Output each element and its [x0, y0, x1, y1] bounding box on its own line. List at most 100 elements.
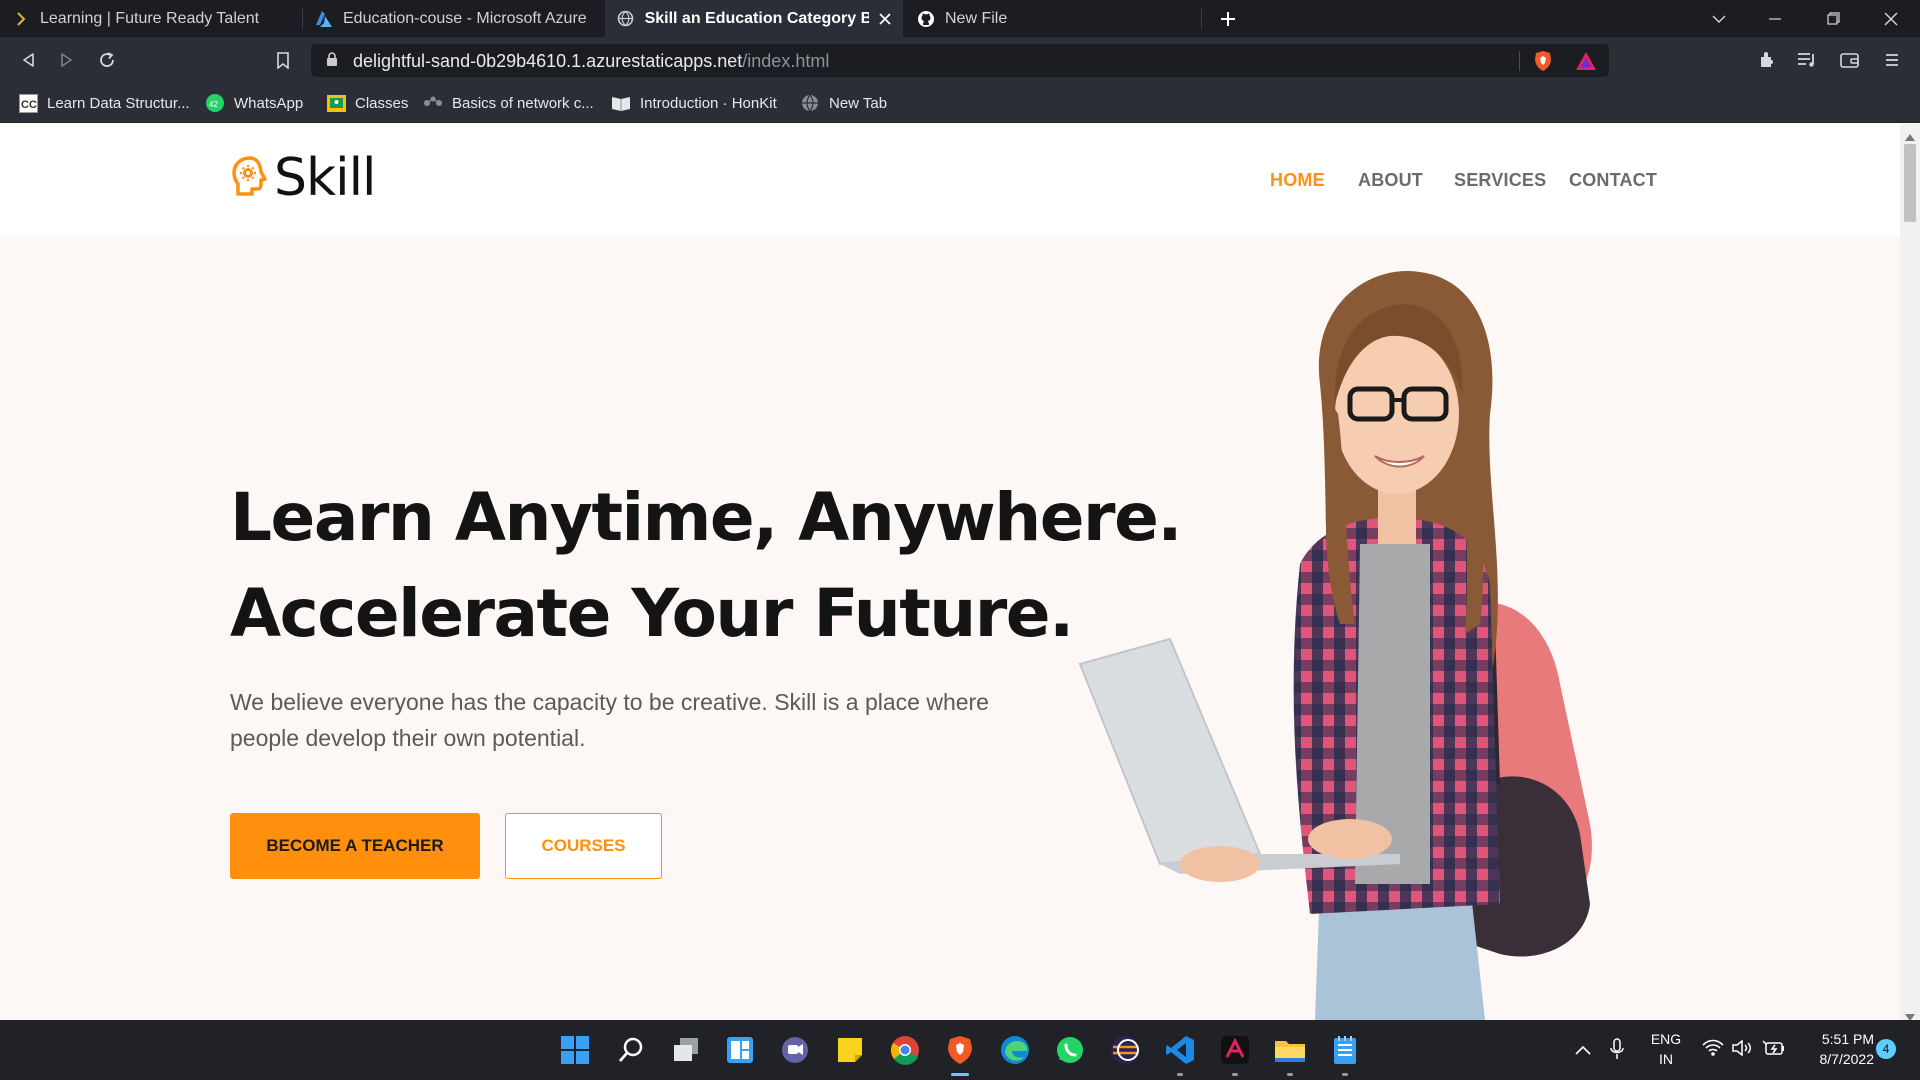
brand-name: Skill [274, 148, 376, 208]
clock-time[interactable]: 5:51 PM [1794, 1031, 1874, 1047]
app-open-indicator [1232, 1073, 1238, 1076]
notification-badge[interactable]: 4 [1876, 1039, 1896, 1059]
notepad-open-indicator [1342, 1073, 1348, 1076]
hero-heading: Learn Anytime, Anywhere. Accelerate Your… [230, 470, 1182, 662]
search-icon[interactable] [613, 1032, 649, 1068]
bookmark-basics-of-network[interactable]: Basics of network c... [423, 92, 594, 114]
task-view-icon[interactable] [668, 1032, 704, 1068]
vscode-open-indicator [1177, 1073, 1183, 1076]
url-host: delightful-sand-0b29b4610.1.azurestatica… [353, 51, 743, 71]
explorer-open-indicator [1287, 1073, 1293, 1076]
classroom-icon [326, 93, 346, 113]
nav-contact[interactable]: CONTACT [1569, 170, 1657, 191]
bookmark-honkit[interactable]: Introduction · HonKit [611, 92, 777, 114]
brave-shields-icon[interactable] [1533, 50, 1553, 77]
brave-active-indicator [951, 1073, 969, 1076]
bookmark-learn-data-structures[interactable]: CC Learn Data Structur... [18, 92, 190, 114]
app-icon[interactable] [1217, 1032, 1253, 1068]
svg-text:42: 42 [209, 100, 218, 109]
sticky-notes-icon[interactable] [832, 1032, 868, 1068]
tab-label: New File [945, 9, 1008, 27]
eclipse-icon[interactable] [1107, 1032, 1143, 1068]
language-indicator-bottom[interactable]: IN [1646, 1051, 1686, 1067]
azure-icon [315, 10, 333, 28]
bookmark-label: Basics of network c... [452, 94, 594, 112]
wallet-icon[interactable] [1835, 45, 1865, 75]
become-teacher-button[interactable]: BECOME A TEACHER [230, 813, 480, 879]
new-tab-button[interactable] [1205, 0, 1251, 37]
tab-azure[interactable]: Education-couse - Microsoft Azure [303, 0, 603, 37]
address-bar[interactable]: delightful-sand-0b29b4610.1.azurestatica… [311, 44, 1609, 77]
bookmark-label: Learn Data Structur... [47, 94, 190, 112]
bookmark-label: Introduction · HonKit [640, 94, 777, 112]
show-hidden-icons-chevron-icon[interactable] [1575, 1042, 1591, 1060]
vscode-icon[interactable] [1162, 1032, 1198, 1068]
volume-icon[interactable] [1732, 1039, 1754, 1062]
windows-start-icon[interactable] [557, 1032, 593, 1068]
edge-icon[interactable] [997, 1032, 1033, 1068]
hero-paragraph: We believe everyone has the capacity to … [230, 689, 989, 751]
battery-charging-icon[interactable] [1762, 1039, 1786, 1062]
skill-logo-icon [230, 154, 270, 203]
notepad-icon[interactable] [1327, 1032, 1363, 1068]
extensions-icon[interactable] [1752, 45, 1782, 75]
brave-rewards-icon[interactable] [1575, 51, 1597, 76]
bookmark-label: Classes [355, 94, 409, 112]
reload-button[interactable] [92, 45, 122, 75]
chrome-icon[interactable] [887, 1032, 923, 1068]
omnibox-divider [1519, 51, 1520, 71]
widgets-icon[interactable] [722, 1032, 758, 1068]
tab-separator [1201, 9, 1202, 29]
windows-taskbar: ENG IN 5:51 PM 8/7/2022 4 [0, 1020, 1920, 1080]
media-queue-icon[interactable] [1792, 45, 1822, 75]
teams-chat-icon[interactable] [777, 1032, 813, 1068]
close-tab-icon[interactable] [879, 12, 891, 25]
book-icon [611, 93, 631, 113]
whatsapp-icon: 42 [205, 93, 225, 113]
back-button[interactable] [13, 45, 43, 75]
bookmark-whatsapp[interactable]: 42 WhatsApp [205, 92, 303, 114]
file-explorer-icon[interactable] [1272, 1032, 1308, 1068]
globe-icon [800, 93, 820, 113]
menu-icon[interactable] [1877, 45, 1907, 75]
web-page: Skill HOME ABOUT SERVICES CONTACT Learn … [0, 124, 1900, 1020]
scrollbar-thumb[interactable] [1904, 144, 1916, 222]
tab-label: Skill an Education Category Boots [644, 9, 869, 27]
browser-toolbar: delightful-sand-0b29b4610.1.azurestatica… [0, 37, 1920, 83]
lock-icon[interactable] [326, 52, 338, 72]
nav-services[interactable]: SERVICES [1454, 170, 1546, 191]
whatsapp-icon[interactable] [1052, 1032, 1088, 1068]
url-text[interactable]: delightful-sand-0b29b4610.1.azurestatica… [353, 51, 829, 72]
nav-about[interactable]: ABOUT [1358, 170, 1423, 191]
cc-icon: CC [18, 93, 38, 113]
courses-button[interactable]: COURSES [505, 813, 662, 879]
github-icon [917, 10, 935, 28]
svg-text:CC: CC [21, 99, 37, 111]
microphone-icon[interactable] [1610, 1038, 1624, 1065]
globe-icon [617, 10, 635, 28]
bookmark-page-icon[interactable] [268, 45, 298, 75]
close-window-button[interactable] [1868, 0, 1914, 37]
forward-button[interactable] [52, 45, 82, 75]
minimize-button[interactable] [1752, 0, 1798, 37]
tab-search-chevron-icon[interactable] [1696, 0, 1742, 37]
bookmark-label: WhatsApp [234, 94, 304, 112]
tab-label: Learning | Future Ready Talent [40, 9, 260, 27]
page-scrollbar[interactable] [1900, 124, 1920, 1021]
bookmark-classes[interactable]: Classes [326, 92, 408, 114]
bookmark-new-tab[interactable]: New Tab [800, 92, 887, 114]
tab-skill-active[interactable]: Skill an Education Category Boots [605, 0, 903, 37]
tab-github-newfile[interactable]: New File [905, 0, 1200, 37]
language-indicator-top[interactable]: ENG [1646, 1031, 1686, 1047]
bookmark-label: New Tab [829, 94, 888, 112]
nav-home[interactable]: HOME [1270, 170, 1325, 191]
brave-icon[interactable] [942, 1032, 978, 1068]
hero-heading-line1: Learn Anytime, Anywhere. [230, 479, 1182, 556]
wifi-icon[interactable] [1702, 1039, 1724, 1062]
student-with-laptop-image [1078, 270, 1592, 1020]
tab-learning[interactable]: Learning | Future Ready Talent [0, 0, 300, 37]
restore-button[interactable] [1810, 0, 1856, 37]
site-logo[interactable]: Skill [230, 148, 376, 208]
clock-date[interactable]: 8/7/2022 [1794, 1051, 1875, 1067]
network-icon [423, 93, 443, 113]
